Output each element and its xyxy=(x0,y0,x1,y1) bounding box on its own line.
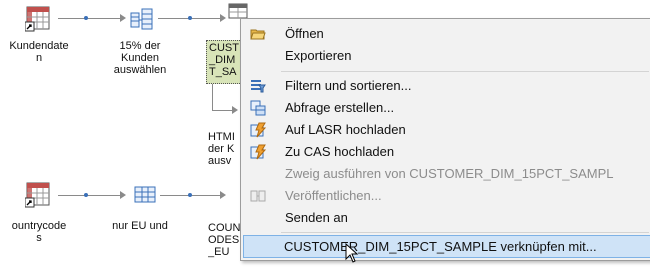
menu-item-publish[interactable]: Veröffentlichen... xyxy=(241,185,650,206)
menu-item-filter-sort[interactable]: Filtern und sortieren... xyxy=(241,75,650,96)
node-label-kunden-auswaehlen: 15% der Kunden auswählen xyxy=(113,40,167,76)
table-icon[interactable] xyxy=(24,6,51,37)
menu-item-send-to[interactable]: Senden an xyxy=(241,207,650,228)
arrow-right-icon xyxy=(220,14,226,22)
node-label-countrycodes-eu: COUN ODES _EU xyxy=(208,222,240,258)
menu-item-create-query[interactable]: Abfrage erstellen... xyxy=(241,97,650,118)
publish-icon xyxy=(250,188,266,204)
node-label-html-report: HTMI der K ausv xyxy=(208,131,235,167)
connector-line xyxy=(58,18,124,19)
connector-line xyxy=(160,195,224,196)
connector-hub xyxy=(188,193,192,197)
filter-icon xyxy=(250,78,266,94)
menu-separator xyxy=(281,232,649,233)
mouse-pointer-icon xyxy=(345,242,359,268)
context-menu: Öffnen Exportieren Filtern und sortieren… xyxy=(240,18,650,261)
menu-separator xyxy=(281,71,649,72)
connector-line xyxy=(58,195,124,196)
menu-item-upload-cas[interactable]: Zu CAS hochladen xyxy=(241,141,650,162)
menu-item-run-branch[interactable]: Zweig ausführen von CUSTOMER_DIM_15PCT_S… xyxy=(241,163,650,184)
menu-item-export[interactable]: Exportieren xyxy=(241,45,650,66)
arrow-right-icon xyxy=(120,14,126,22)
node-label-customer-dim-selected[interactable]: CUST _DIM T_SA xyxy=(206,40,242,84)
connector-line xyxy=(212,110,234,111)
upload-cas-icon xyxy=(250,144,267,160)
connector-hub xyxy=(84,193,88,197)
node-label-countrycodes: ountrycode s xyxy=(11,220,67,244)
arrow-right-icon xyxy=(232,106,238,114)
table-icon[interactable] xyxy=(24,182,51,213)
query-icon xyxy=(250,100,266,116)
menu-item-link-with[interactable]: CUSTOMER_DIM_15PCT_SAMPLE verknüpfen mit… xyxy=(243,235,650,258)
open-folder-icon xyxy=(250,26,266,42)
node-label-kundendaten: Kundendate n xyxy=(9,40,69,64)
connector-hub xyxy=(188,16,192,20)
arrow-right-icon xyxy=(220,191,226,199)
query-task-icon[interactable] xyxy=(134,184,156,211)
connector-hub xyxy=(84,16,88,20)
upload-lasr-icon xyxy=(250,122,267,138)
filter-task-icon[interactable] xyxy=(128,6,154,37)
menu-item-upload-lasr[interactable]: Auf LASR hochladen xyxy=(241,119,650,140)
node-label-nur-eu: nur EU und xyxy=(112,220,168,232)
menu-item-open[interactable]: Öffnen xyxy=(241,23,650,44)
arrow-right-icon xyxy=(120,191,126,199)
connector-line xyxy=(212,84,213,110)
